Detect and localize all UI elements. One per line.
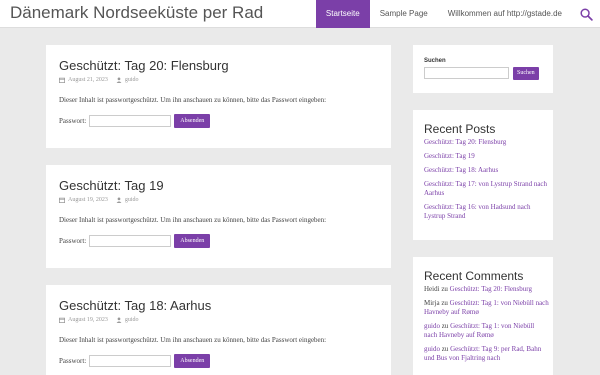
comment-connector: zu — [441, 322, 449, 330]
recent-post-link[interactable]: Geschützt: Tag 20: Flensburg — [424, 138, 549, 147]
recent-post-link[interactable]: Geschützt: Tag 16: von Hadsund nach Lyst… — [424, 203, 549, 221]
post-date[interactable]: August 19, 2023 — [68, 197, 108, 203]
post-author[interactable]: guido — [125, 77, 139, 83]
search-widget: Suchen Suchen — [413, 45, 553, 93]
recent-post-link[interactable]: Geschützt: Tag 18: Aarhus — [424, 166, 549, 175]
recent-comments-widget: Recent Comments Heidi zu Geschützt: Tag … — [413, 257, 553, 375]
submit-button[interactable]: Absenden — [174, 114, 211, 128]
nav-item-startseite[interactable]: Startseite — [315, 0, 370, 28]
password-form: Passwort: Absenden — [59, 234, 211, 248]
nav-item-sample-page[interactable]: Sample Page — [370, 0, 438, 28]
comment-connector: zu — [441, 345, 449, 353]
comment-post-link[interactable]: Geschützt: Tag 20: Flensburg — [450, 285, 532, 293]
search-icon[interactable] — [572, 0, 600, 28]
password-input[interactable] — [89, 235, 172, 247]
user-icon — [116, 197, 122, 203]
comment-author: Heidi — [424, 285, 440, 293]
site-header: Dänemark Nordseeküste per Rad Startseite… — [0, 0, 600, 28]
recent-posts-title: Recent Posts — [424, 122, 496, 136]
password-label: Passwort: — [59, 357, 87, 365]
post-title[interactable]: Geschützt: Tag 18: Aarhus — [59, 298, 211, 313]
post-title[interactable]: Geschützt: Tag 20: Flensburg — [59, 58, 229, 73]
password-label: Passwort: — [59, 237, 87, 245]
password-input[interactable] — [89, 115, 172, 127]
submit-button[interactable]: Absenden — [174, 234, 211, 248]
post-meta: August 19, 2023 guido — [59, 317, 139, 323]
post-card: Geschützt: Tag 20: Flensburg August 21, … — [46, 45, 391, 148]
recent-comment: guido zu Geschützt: Tag 1: von Niebüll n… — [424, 322, 549, 340]
search-label: Suchen — [424, 58, 446, 64]
post-author[interactable]: guido — [125, 317, 139, 323]
recent-comments-list: Heidi zu Geschützt: Tag 20: Flensburg Mi… — [424, 285, 549, 368]
main-nav: Startseite Sample Page Willkommen auf ht… — [315, 0, 600, 28]
nav-item-willkommen[interactable]: Willkommen auf http://gstade.de — [438, 0, 572, 28]
recent-comments-title: Recent Comments — [424, 269, 524, 283]
password-form: Passwort: Absenden — [59, 354, 211, 368]
recent-posts-widget: Recent Posts Geschützt: Tag 20: Flensbur… — [413, 110, 553, 240]
user-icon — [116, 77, 122, 83]
recent-posts-list: Geschützt: Tag 20: Flensburg Geschützt: … — [424, 138, 549, 226]
recent-comment: Heidi zu Geschützt: Tag 20: Flensburg — [424, 285, 549, 294]
protected-notice: Dieser Inhalt ist passwortgeschützt. Um … — [59, 336, 327, 344]
post-author[interactable]: guido — [125, 197, 139, 203]
post-date[interactable]: August 21, 2023 — [68, 77, 108, 83]
password-form: Passwort: Absenden — [59, 114, 211, 128]
comment-connector: zu — [441, 299, 448, 307]
password-label: Passwort: — [59, 117, 87, 125]
post-date[interactable]: August 19, 2023 — [68, 317, 108, 323]
protected-notice: Dieser Inhalt ist passwortgeschützt. Um … — [59, 216, 327, 224]
recent-post-link[interactable]: Geschützt: Tag 19 — [424, 152, 549, 161]
user-icon — [116, 317, 122, 323]
comment-post-link[interactable]: Geschützt: Tag 1: von Niebüll nach Havne… — [424, 322, 534, 339]
recent-comment: Mirja zu Geschützt: Tag 1: von Niebüll n… — [424, 299, 549, 317]
post-card: Geschützt: Tag 19 August 19, 2023 guido … — [46, 165, 391, 268]
password-input[interactable] — [89, 355, 172, 367]
post-title[interactable]: Geschützt: Tag 19 — [59, 178, 164, 193]
post-meta: August 21, 2023 guido — [59, 77, 139, 83]
search-input[interactable] — [424, 67, 509, 79]
recent-post-link[interactable]: Geschützt: Tag 17: von Lystrup Strand na… — [424, 180, 549, 198]
calendar-icon — [59, 197, 65, 203]
comment-connector: zu — [441, 285, 448, 293]
search-button[interactable]: Suchen — [513, 67, 539, 80]
submit-button[interactable]: Absenden — [174, 354, 211, 368]
post-card: Geschützt: Tag 18: Aarhus August 19, 202… — [46, 285, 391, 375]
calendar-icon — [59, 317, 65, 323]
calendar-icon — [59, 77, 65, 83]
site-title[interactable]: Dänemark Nordseeküste per Rad — [10, 3, 263, 23]
comment-author: Mirja — [424, 299, 440, 307]
recent-comment: guido zu Geschützt: Tag 9: per Rad, Bahn… — [424, 345, 549, 363]
post-meta: August 19, 2023 guido — [59, 197, 139, 203]
protected-notice: Dieser Inhalt ist passwortgeschützt. Um … — [59, 96, 327, 104]
comment-author[interactable]: guido — [424, 345, 440, 353]
comment-author[interactable]: guido — [424, 322, 440, 330]
